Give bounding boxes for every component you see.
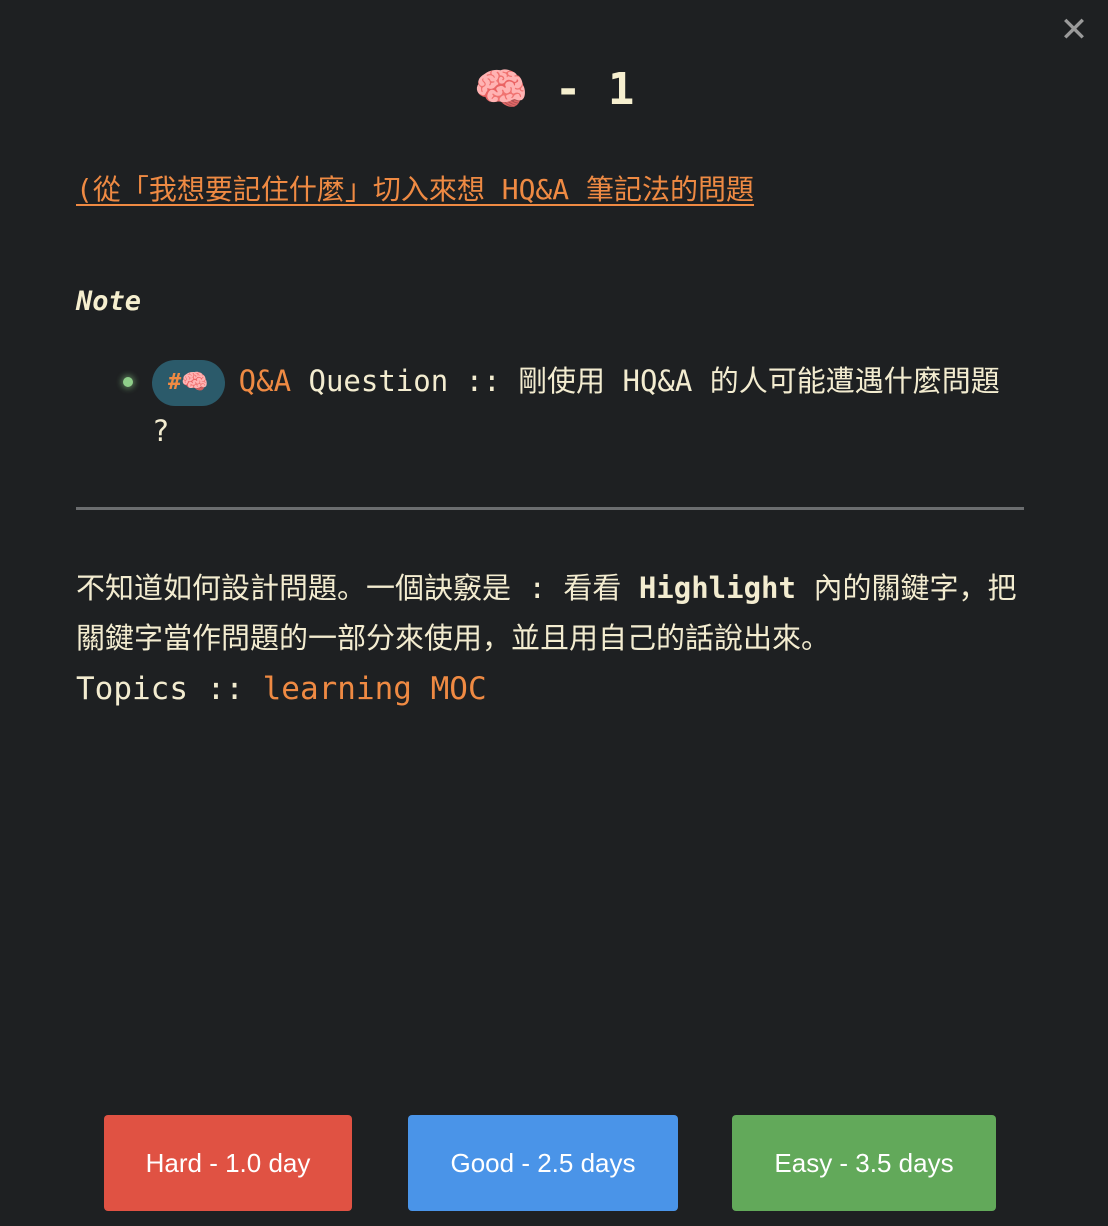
card-title: 🧠 - 1 bbox=[0, 58, 1108, 122]
brain-tag-icon: 🧠 bbox=[181, 370, 209, 395]
topics-line: Topics :: learning MOC bbox=[76, 664, 487, 714]
bullet-icon bbox=[123, 377, 133, 387]
topic-link-learning-moc[interactable]: learning MOC bbox=[263, 671, 487, 707]
note-heading: Note bbox=[76, 286, 142, 317]
brain-icon: 🧠 bbox=[473, 64, 529, 115]
hard-button[interactable]: Hard - 1.0 day bbox=[104, 1115, 352, 1211]
answer-divider bbox=[76, 507, 1024, 510]
good-button[interactable]: Good - 2.5 days bbox=[408, 1115, 678, 1211]
answer-text: 不知道如何設計問題。一個訣竅是 : 看看 Highlight 內的關鍵字，把關鍵… bbox=[76, 563, 1036, 663]
source-note-link[interactable]: (從「我想要記住什麼」切入來想 HQ&A 筆記法的問題 bbox=[76, 168, 754, 212]
close-icon[interactable]: ✕ bbox=[1058, 12, 1090, 48]
review-modal: ✕ 🧠 - 1 (從「我想要記住什麼」切入來想 HQ&A 筆記法的問題 Note… bbox=[0, 0, 1108, 1226]
easy-button[interactable]: Easy - 3.5 days bbox=[732, 1115, 996, 1211]
brain-tag[interactable]: #🧠 bbox=[152, 360, 225, 406]
topics-label: Topics :: bbox=[76, 671, 263, 707]
tag-hash: # bbox=[168, 370, 182, 395]
answer-highlight-word: Highlight bbox=[638, 571, 796, 605]
question-text-block: #🧠 Q&A Question :: 剛使用 HQ&A 的人可能遭遇什麼問題 ? bbox=[152, 356, 1032, 456]
qa-label: Q&A bbox=[238, 364, 292, 398]
answer-text-before: 不知道如何設計問題。一個訣竅是 : 看看 bbox=[76, 571, 639, 605]
card-title-number: - 1 bbox=[528, 64, 635, 115]
